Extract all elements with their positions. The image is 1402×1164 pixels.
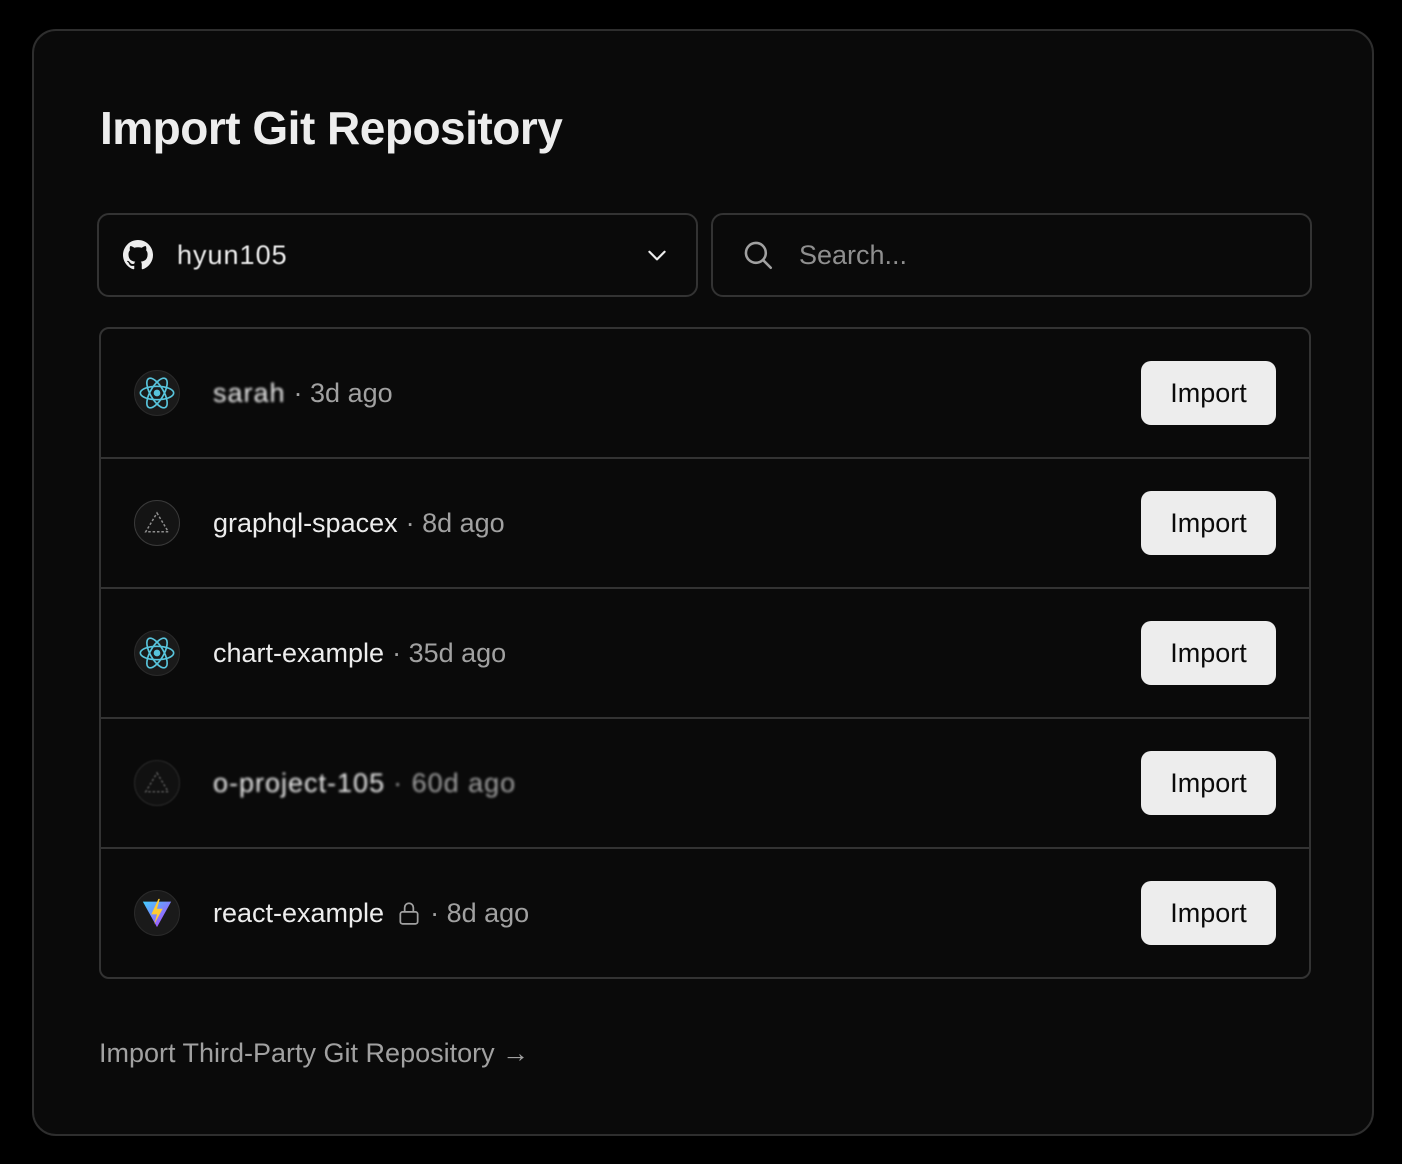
repo-name: react-example [213, 897, 385, 928]
list-item: o-project-105 · 60d ago Import [101, 719, 1309, 849]
repo-updated-time: · 8d ago [430, 897, 530, 928]
triangle-icon [134, 760, 180, 806]
react-icon [134, 370, 180, 416]
page-title: Import Git Repository [100, 102, 563, 154]
react-icon [134, 630, 180, 676]
import-button[interactable]: Import [1141, 751, 1276, 815]
vite-icon [134, 890, 180, 936]
repo-name: sarah [213, 377, 286, 408]
search-input[interactable] [799, 239, 1279, 271]
triangle-icon [134, 500, 180, 546]
import-card: Import Git Repository hyun105 Search... … [32, 29, 1374, 1136]
repo-name: graphql-spacex [213, 507, 398, 538]
list-item: react-example · 8d ago Import [101, 849, 1309, 977]
repo-updated-time: · 35d ago [392, 637, 507, 668]
list-item: chart-example · 35d ago Import [101, 589, 1309, 719]
import-button[interactable]: Import [1141, 491, 1276, 555]
repo-updated-time: · 3d ago [293, 377, 393, 408]
import-third-party-link[interactable]: Import Third-Party Git Repository → [99, 1038, 529, 1069]
repo-name: o-project-105 [213, 767, 386, 798]
import-button[interactable]: Import [1141, 881, 1276, 945]
import-button[interactable]: Import [1141, 621, 1276, 685]
repository-list: sarah · 3d ago Import graphql-spacex · 8… [99, 327, 1311, 979]
chevron-down-icon [644, 242, 670, 268]
import-button[interactable]: Import [1141, 361, 1276, 425]
lock-icon [396, 900, 422, 926]
search-icon [741, 238, 775, 272]
list-item: sarah · 3d ago Import [101, 329, 1309, 459]
account-name: hyun105 [177, 239, 288, 270]
github-icon [123, 240, 153, 270]
repo-name: chart-example [213, 637, 385, 668]
git-scope-selector[interactable]: hyun105 [97, 213, 698, 297]
repo-updated-time: · 8d ago [405, 507, 505, 538]
search-field [711, 213, 1312, 297]
repo-updated-time: · 60d ago [393, 767, 517, 798]
list-item: graphql-spacex · 8d ago Import [101, 459, 1309, 589]
